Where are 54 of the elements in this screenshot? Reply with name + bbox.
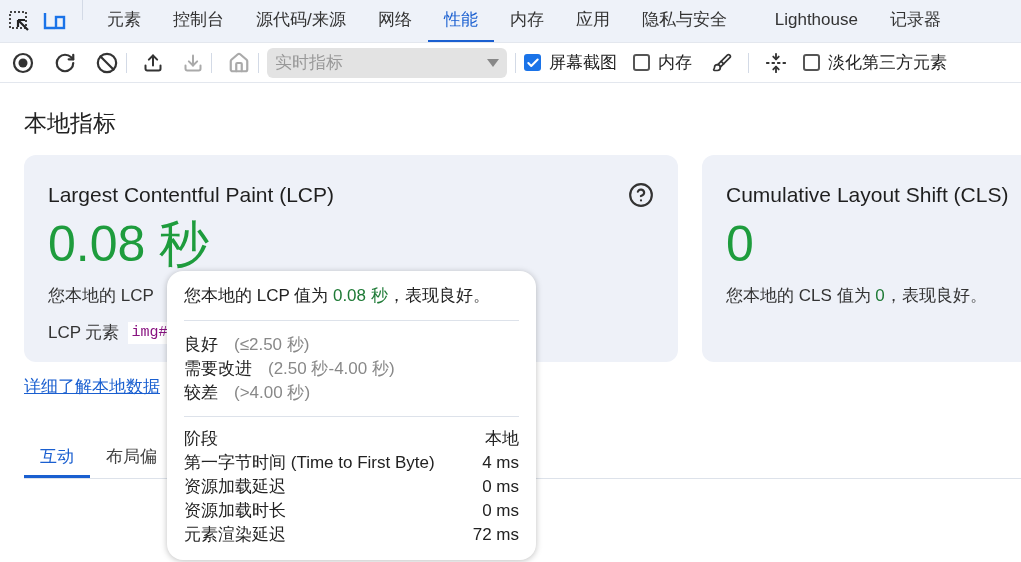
tab[interactable]: 互动 (24, 443, 90, 478)
phase-name: 元素渲染延迟 (184, 523, 286, 546)
device-icon[interactable] (42, 11, 66, 31)
panel-tab[interactable]: 内存 (493, 0, 560, 42)
phase-value: 0 ms (482, 475, 519, 498)
metric-title: Largest Contentful Paint (LCP) (48, 182, 334, 208)
phase-value: 4 ms (482, 451, 519, 474)
inspect-icon[interactable] (8, 10, 30, 32)
checkbox[interactable] (633, 54, 650, 71)
phase-header: 阶段 (184, 427, 218, 450)
panel-tab[interactable]: 网络 (361, 0, 428, 42)
phase-value: 0 ms (482, 499, 519, 522)
threshold-range: (≤2.50 秒) (234, 333, 310, 356)
panel-tab[interactable]: Lighthouse (758, 0, 874, 42)
metric-value: 0.08 秒 (48, 218, 211, 269)
checkbox[interactable] (524, 54, 541, 71)
threshold-label: 需要改进 (184, 357, 252, 380)
section-title: 本地指标 (24, 112, 117, 135)
learn-more-link[interactable]: 详细了解本地数据 (24, 374, 160, 400)
metric-value: 0 (726, 218, 755, 269)
metric-description: 您本地的 LCP (48, 285, 154, 305)
checkbox-label: 屏幕截图 (549, 51, 617, 74)
record-icon[interactable] (12, 51, 34, 74)
panel-tab[interactable]: 记录器 (873, 0, 957, 42)
clear-icon[interactable] (96, 51, 118, 74)
panel-tab[interactable]: 性能 (427, 0, 494, 42)
phase-name: 第一字节时间 (Time to First Byte) (184, 451, 435, 474)
collapse-icon[interactable] (765, 51, 787, 74)
element-label: LCP 元素 (48, 322, 120, 344)
brush-icon[interactable] (712, 52, 732, 73)
tooltip-summary: 您本地的 LCP 值为 0.08 秒，表现良好。 (184, 285, 491, 307)
panel-tab[interactable]: 源代码/来源 (240, 0, 362, 42)
upload-icon[interactable] (143, 52, 163, 73)
checkbox-label: 内存 (658, 51, 692, 74)
phase-name: 资源加载延迟 (184, 475, 286, 498)
dropdown-arrow-icon (487, 58, 499, 67)
phase-name: 资源加载时长 (184, 499, 286, 522)
threshold-range: (2.50 秒-4.00 秒) (268, 357, 395, 380)
threshold-label: 良好 (184, 333, 218, 356)
reload-icon[interactable] (54, 51, 76, 74)
threshold-label: 较差 (184, 381, 218, 404)
tab[interactable]: 布局偏 (90, 443, 173, 478)
metric-description: 您本地的 CLS 值为 0，表现良好。 (726, 284, 988, 307)
phase-value: 72 ms (472, 523, 519, 546)
metric-title: Cumulative Layout Shift (CLS) (726, 182, 1010, 208)
help-icon[interactable] (628, 181, 654, 208)
checkbox[interactable] (803, 54, 820, 71)
threshold-range: (>4.00 秒) (234, 381, 311, 404)
panel-tab[interactable]: 元素 (91, 0, 157, 42)
panel-tab[interactable]: 控制台 (157, 0, 240, 42)
phase-header: 本地 (485, 427, 519, 450)
panel-tab[interactable]: 隐私与安全 (625, 0, 743, 42)
panel-tab[interactable]: 应用 (559, 0, 626, 42)
checkbox-label: 淡化第三方元素 (828, 51, 947, 74)
